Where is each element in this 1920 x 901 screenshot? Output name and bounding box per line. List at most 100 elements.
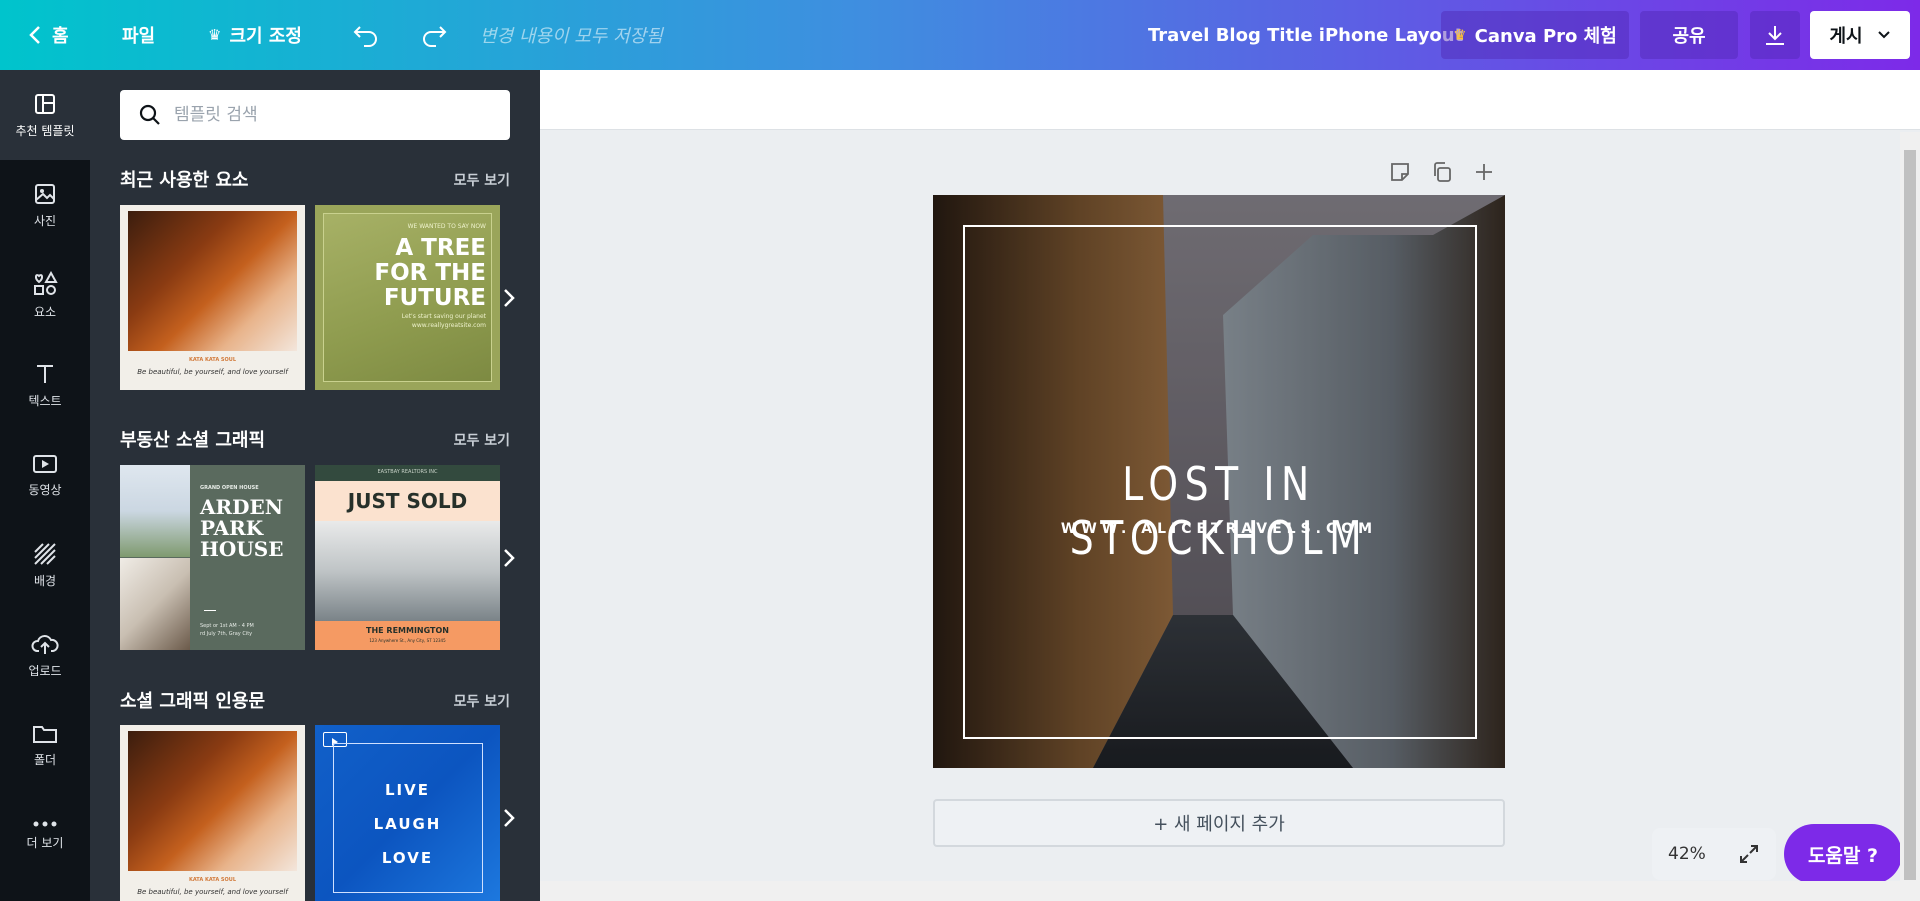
publish-label: 게시 [1829,26,1863,47]
home-button[interactable]: 홈 [28,0,69,70]
rail-label: 동영상 [28,482,62,497]
template-thumbnail[interactable]: KATA KATA SOUL Be beautiful, be yourself… [120,205,305,390]
rail-item-more[interactable]: 더 보기 [0,790,90,880]
section-title: 최근 사용한 요소 [120,170,249,191]
thumb-heading-line: HOUSE [200,537,284,561]
duplicate-page-icon[interactable] [1430,160,1454,184]
crown-icon: ♛ [1453,26,1467,44]
download-icon [1766,26,1784,45]
template-thumbnail[interactable]: LIVE LAUGH LOVE [315,725,500,901]
stairs-photo [120,558,190,650]
editor-workspace: LOST IN STOCKHOLM WWW. ALICETRAVELS.COM … [540,70,1920,901]
rail-item-video[interactable]: 동영상 [0,430,90,520]
file-menu-button[interactable]: 파일 [122,0,155,70]
editor-toolbar [540,70,1920,130]
rail-item-photos[interactable]: 사진 [0,160,90,250]
pro-label: Canva Pro 체험 [1474,26,1617,47]
see-all-link[interactable]: 모두 보기 [454,430,510,450]
vertical-scrollbar[interactable] [1900,132,1920,901]
rail-label: 사진 [33,213,57,228]
thumb-heading-line: FUTURE [383,285,486,311]
crown-icon: ♛ [208,26,222,44]
add-page-button[interactable]: + 새 페이지 추가 [933,799,1505,847]
thumb-tag: KATA KATA SOUL [188,877,237,883]
chevron-down-icon [1877,31,1890,39]
design-page[interactable]: LOST IN STOCKHOLM WWW. ALICETRAVELS.COM [933,195,1505,768]
document-title[interactable]: Travel Blog Title iPhone Layout [1148,0,1463,70]
hair-photo [128,211,297,351]
chevron-right-icon [504,809,515,827]
side-rail: 추천 템플릿 사진 요소 텍스트 동영상 배경 업로드 폴더 더 보기 [0,70,90,901]
design-subtitle-text[interactable]: WWW. ALICETRAVELS.COM [933,521,1505,537]
home-label: 홈 [52,26,69,47]
undo-button[interactable] [352,0,380,70]
more-icon [33,821,57,826]
zoom-control[interactable]: 42% [1652,828,1776,880]
template-thumbnail[interactable]: EASTBAY REALTORS INC JUST SOLD THE REMMI… [315,465,500,650]
help-button[interactable]: 도움말 ? [1784,824,1902,884]
section-title: 부동산 소셜 그래픽 [120,430,266,451]
rail-label: 요소 [33,304,57,319]
zoom-level[interactable]: 42% [1668,844,1706,864]
publish-button[interactable]: 게시 [1810,11,1910,59]
thumb-caption: Let's start saving our planet [401,313,486,320]
rail-item-templates[interactable]: 추천 템플릿 [0,70,90,160]
rail-label: 배경 [33,573,57,588]
thumb-heading: JUST SOLD [315,481,500,521]
scroll-right-arrow[interactable] [497,798,521,838]
thumb-heading-line: LOVE [381,849,434,867]
thumb-small-text: GRAND OPEN HOUSE [200,485,259,491]
rail-item-background[interactable]: 배경 [0,520,90,610]
horizontal-scrollbar[interactable] [540,881,1900,901]
thumb-heading: LIVE LAUGH LOVE [315,773,500,875]
redo-icon [423,26,447,47]
upload-icon [31,634,59,654]
thumb-heading-line: ARDEN [200,495,284,519]
rail-item-uploads[interactable]: 업로드 [0,610,90,700]
page-tools [1388,160,1496,190]
rail-item-text[interactable]: 텍스트 [0,340,90,430]
canva-pro-button[interactable]: ♛ Canva Pro 체험 [1441,11,1629,59]
see-all-link[interactable]: 모두 보기 [454,691,510,711]
top-bar: 홈 파일 ♛ 크기 조정 변경 내용이 모두 저장됨 Travel Blog T… [0,0,1920,70]
section-title: 소셜 그래픽 인용문 [120,691,266,712]
thumb-heading: A TREE FOR THE FUTURE [374,236,486,311]
thumb-caption: 123 Anywhere St., Any City, ST 12345 [369,638,446,643]
template-thumbnail[interactable]: GRAND OPEN HOUSE ARDEN PARK HOUSE Sept o… [120,465,305,650]
template-panel: 최근 사용한 요소 모두 보기 KATA KATA SOUL Be beauti… [90,70,540,901]
template-thumbnail[interactable]: KATA KATA SOUL Be beautiful, be yourself… [120,725,305,901]
download-button[interactable] [1750,11,1800,59]
search-input[interactable] [174,105,494,125]
thumb-caption: rd July 7th, Gray City [200,631,253,637]
see-all-link[interactable]: 모두 보기 [454,170,510,190]
divider [204,610,216,611]
fullscreen-icon[interactable] [1738,843,1760,865]
thumb-caption: THE REMMINGTON [366,626,449,635]
hair-photo [128,731,297,871]
thumb-quote: Be beautiful, be yourself, and love your… [137,888,288,896]
search-box[interactable] [120,90,510,140]
template-thumbnail[interactable]: WE WANTED TO SAY NOW A TREE FOR THE FUTU… [315,205,500,390]
thumb-small-text: EASTBAY REALTORS INC [377,469,438,475]
resize-button[interactable]: ♛ 크기 조정 [208,0,302,70]
thumb-heading-line: FOR THE [374,260,486,286]
photo-icon [35,183,55,204]
rail-label: 더 보기 [26,835,64,850]
resize-label: 크기 조정 [229,26,302,47]
scroll-right-arrow[interactable] [497,278,521,318]
add-page-icon[interactable] [1472,160,1496,184]
design-title-text[interactable]: LOST IN STOCKHOLM [984,457,1453,565]
note-icon[interactable] [1388,160,1412,184]
thumb-heading-line: PARK [200,516,264,540]
scrollbar-thumb[interactable] [1904,150,1916,880]
redo-button[interactable] [420,0,448,70]
video-icon [33,454,57,473]
rail-item-elements[interactable]: 요소 [0,250,90,340]
thumb-heading-line: LAUGH [373,815,442,833]
thumb-heading: ARDEN PARK HOUSE [200,497,283,560]
scroll-right-arrow[interactable] [497,538,521,578]
background-icon [34,542,56,565]
rail-item-folders[interactable]: 폴더 [0,700,90,790]
rail-label: 텍스트 [28,393,62,408]
share-button[interactable]: 공유 [1640,11,1738,59]
